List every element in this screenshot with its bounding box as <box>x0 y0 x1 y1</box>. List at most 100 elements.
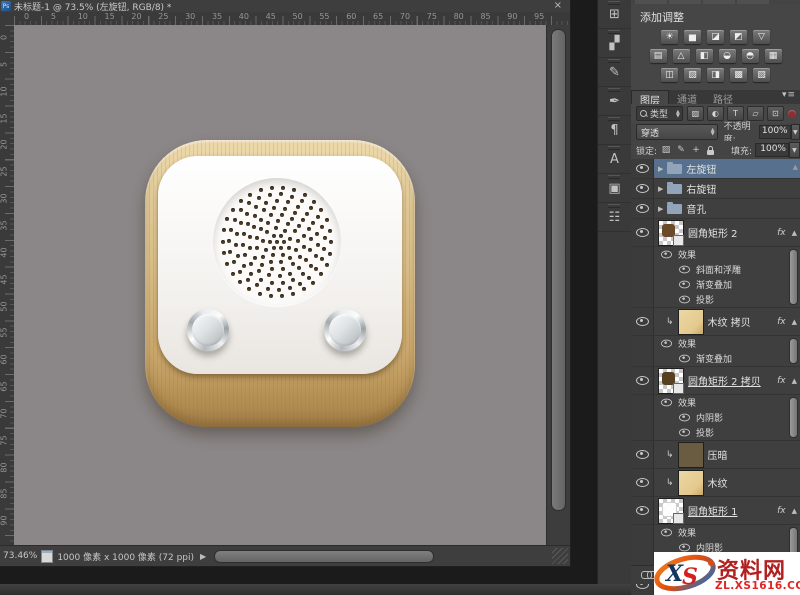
layer-fx-label[interactable]: fx <box>777 228 786 238</box>
layer-group-row[interactable]: ▶音孔 <box>631 199 800 219</box>
brush-presets-panel-icon[interactable]: ▞ <box>598 29 631 58</box>
layer-name[interactable]: 圆角矩形 1 <box>688 503 738 518</box>
brightness-contrast-icon[interactable]: ☀ <box>661 30 678 44</box>
layer-visibility-cell[interactable] <box>631 247 654 262</box>
link-layers-icon[interactable] <box>641 571 652 579</box>
brush-panel-icon[interactable]: ✒ <box>598 87 631 116</box>
hue-saturation-icon[interactable]: ▤ <box>650 49 667 63</box>
fx-collapse-icon[interactable]: ▲ <box>792 229 797 237</box>
effects-scroll-nub[interactable] <box>789 249 798 305</box>
effect-row[interactable]: 渐变叠加 <box>631 351 800 366</box>
disclosure-triangle-icon[interactable]: ▶ <box>658 165 663 173</box>
vertical-scrollbar-thumb[interactable] <box>551 29 566 511</box>
layer-row[interactable]: 圆角矩形 2fx▲ <box>631 219 800 247</box>
eye-icon[interactable] <box>679 296 690 304</box>
eye-icon[interactable] <box>679 281 690 289</box>
3d-panel-icon[interactable]: ▣ <box>598 174 631 203</box>
layer-visibility-cell[interactable] <box>631 540 654 555</box>
layer-visibility-cell[interactable] <box>631 292 654 307</box>
horizontal-ruler[interactable]: 05101520253035404550556065707580859095 <box>14 12 570 26</box>
opacity-value-field[interactable]: 100% <box>759 125 791 139</box>
status-menu-arrow-icon[interactable]: ▶ <box>200 552 206 561</box>
layer-visibility-cell[interactable] <box>631 159 654 178</box>
list-scroll-up-icon[interactable]: ▲ <box>793 163 798 171</box>
effects-header-row[interactable]: 效果 <box>631 525 800 540</box>
layer-row[interactable]: 圆角矩形 2 拷贝fx▲ <box>631 367 800 395</box>
selective-color-icon[interactable]: ▧ <box>753 68 770 82</box>
ruler-corner[interactable] <box>0 12 15 26</box>
eye-icon[interactable] <box>636 184 649 193</box>
horizontal-scrollbar[interactable] <box>214 548 552 564</box>
channel-mixer-icon[interactable]: ◓ <box>742 49 759 63</box>
effect-row[interactable]: 渐变叠加 <box>631 277 800 292</box>
eye-icon[interactable] <box>636 506 649 515</box>
layer-visibility-cell[interactable] <box>631 410 654 425</box>
fx-collapse-icon[interactable]: ▲ <box>792 507 797 515</box>
invert-icon[interactable]: ◫ <box>661 68 678 82</box>
layer-row-body[interactable]: ▶ 右旋钮 <box>654 179 800 198</box>
layer-thumbnail[interactable] <box>658 498 684 524</box>
lock-all-icon[interactable] <box>705 144 717 156</box>
layer-row-body[interactable]: ▶音孔 <box>654 199 800 218</box>
eye-icon[interactable] <box>636 478 649 487</box>
character-panel-icon[interactable]: A <box>598 145 631 174</box>
eye-icon[interactable] <box>679 266 690 274</box>
effects-header-row[interactable]: 效果 <box>631 336 800 351</box>
disclosure-triangle-icon[interactable]: ▶ <box>658 205 663 213</box>
layer-visibility-cell[interactable] <box>631 497 654 524</box>
gradient-map-icon[interactable]: ▩ <box>730 68 747 82</box>
layer-name[interactable]: 木纹 <box>708 475 728 490</box>
effects-scroll-nub[interactable] <box>789 397 798 438</box>
eye-icon[interactable] <box>661 340 672 348</box>
eye-icon[interactable] <box>679 355 690 363</box>
threshold-icon[interactable]: ◨ <box>707 68 724 82</box>
layer-name[interactable]: 左旋钮 <box>686 161 716 176</box>
layer-visibility-cell[interactable] <box>631 277 654 292</box>
layer-row-body[interactable]: ↳木纹 拷贝fx▲ <box>654 308 800 335</box>
tool-presets-panel-icon[interactable]: ✎ <box>598 58 631 87</box>
lock-transparency-icon[interactable]: ▨ <box>660 144 672 156</box>
layer-visibility-cell[interactable] <box>631 199 654 218</box>
effect-row[interactable]: 投影 <box>631 292 800 307</box>
zoom-level-field[interactable]: 73.46% <box>3 551 37 561</box>
exposure-icon[interactable]: ◩ <box>730 30 747 44</box>
layer-thumbnail[interactable] <box>678 309 704 335</box>
layer-row-body[interactable]: 圆角矩形 2 拷贝fx▲ <box>654 367 800 394</box>
layer-name[interactable]: 右旋钮 <box>686 181 716 196</box>
blend-mode-select[interactable]: 穿透 ▲▼ <box>636 124 718 140</box>
eye-icon[interactable] <box>679 429 690 437</box>
effect-row[interactable]: 内阴影 <box>631 410 800 425</box>
layer-visibility-cell[interactable] <box>631 179 654 198</box>
layer-fx-label[interactable]: fx <box>777 506 786 516</box>
layer-row-body[interactable]: ▶ 左旋钮 <box>654 159 800 178</box>
panel-menu-icon[interactable]: ▾≡ <box>782 90 796 104</box>
fx-collapse-icon[interactable]: ▲ <box>792 377 797 385</box>
layer-row[interactable]: ↳木纹 拷贝fx▲ <box>631 308 800 336</box>
layer-thumbnail[interactable] <box>658 220 684 246</box>
disclosure-triangle-icon[interactable]: ▶ <box>658 185 663 193</box>
tab-paths[interactable]: 路径 <box>705 90 741 104</box>
tab-channels[interactable]: 通道 <box>669 90 705 104</box>
layer-visibility-cell[interactable] <box>631 441 654 468</box>
layer-visibility-cell[interactable] <box>631 351 654 366</box>
effect-row[interactable]: 斜面和浮雕 <box>631 262 800 277</box>
filter-adjustment-layers-icon[interactable]: ◐ <box>707 106 724 121</box>
canvas-area[interactable] <box>14 25 546 546</box>
tab-layers[interactable]: 图层 <box>631 90 669 104</box>
layer-thumbnail[interactable] <box>658 368 684 394</box>
effects-header-row[interactable]: 效果 <box>631 395 800 410</box>
eye-icon[interactable] <box>636 317 649 326</box>
layer-thumbnail[interactable] <box>678 470 704 496</box>
vertical-scrollbar[interactable] <box>546 25 570 546</box>
lock-position-icon[interactable]: + <box>690 144 702 156</box>
fill-value-field[interactable]: 100% <box>755 143 789 157</box>
eye-icon[interactable] <box>636 228 649 237</box>
eye-icon[interactable] <box>661 529 672 537</box>
layer-row-body[interactable]: ↳木纹 <box>654 469 800 496</box>
eye-icon[interactable] <box>636 204 649 213</box>
document-titlebar[interactable]: Ps 未标题-1 @ 73.5% (左旋钮, RGB/8) * × <box>0 0 570 12</box>
black-white-icon[interactable]: ◧ <box>696 49 713 63</box>
eye-icon[interactable] <box>636 450 649 459</box>
layer-row-body[interactable]: 圆角矩形 1 fx ▲ <box>654 497 800 524</box>
close-icon[interactable]: × <box>554 1 562 11</box>
